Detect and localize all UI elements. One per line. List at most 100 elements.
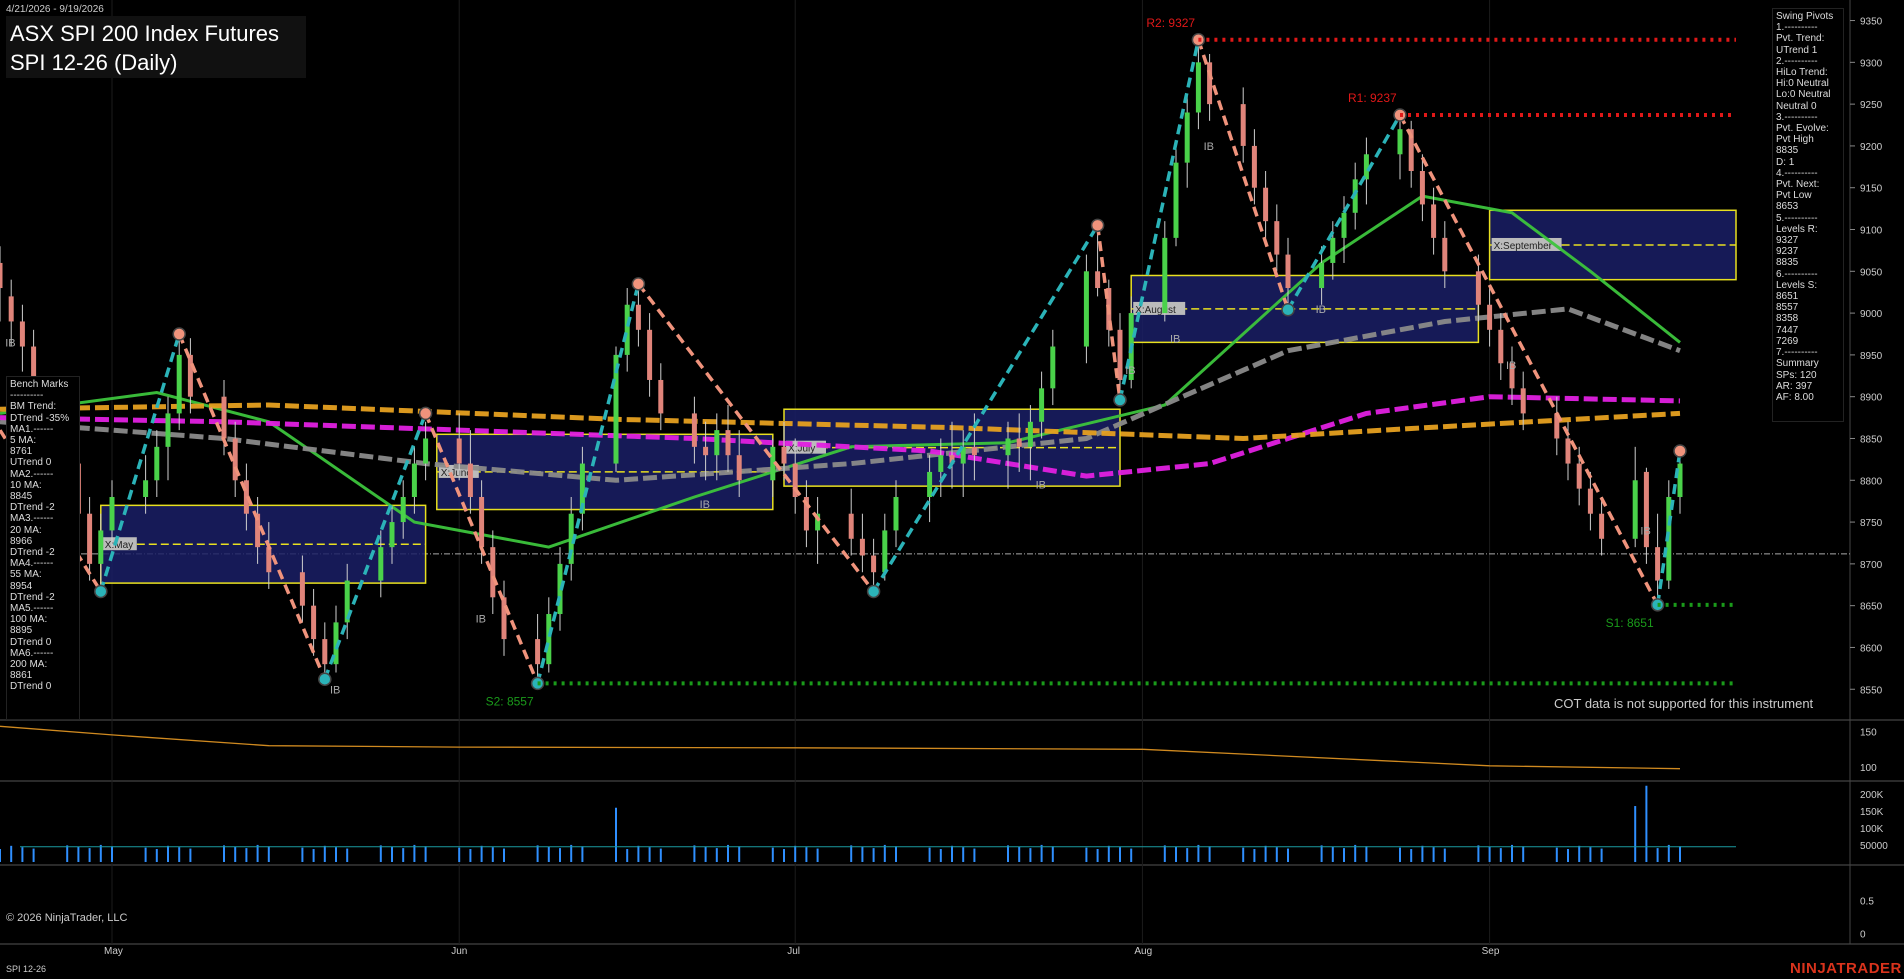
level-label: S1: 8651 bbox=[1606, 616, 1654, 630]
candle-body bbox=[176, 354, 182, 414]
candle-body bbox=[109, 496, 115, 531]
candle-body bbox=[165, 413, 171, 447]
candle-body bbox=[871, 555, 877, 573]
swing-line-segment bbox=[1095, 225, 1122, 401]
bench-marks-panel: Bench Marks ---------- BM Trend: DTrend … bbox=[6, 376, 80, 720]
swing-pivot-marker bbox=[631, 277, 646, 291]
candle-body bbox=[400, 496, 406, 523]
candle-body bbox=[1095, 271, 1101, 289]
y-tick-label: 9300 bbox=[1860, 58, 1883, 69]
moving-average-line bbox=[0, 194, 1681, 549]
candle-body bbox=[322, 639, 328, 665]
candle-body bbox=[1184, 112, 1190, 163]
value-area-label: X:June bbox=[441, 468, 473, 479]
indicator-line bbox=[0, 725, 1681, 770]
ib-annotation: IB bbox=[1316, 304, 1326, 316]
candle-body bbox=[647, 329, 653, 380]
candle-body bbox=[221, 396, 227, 439]
y-tick-label: 8650 bbox=[1860, 602, 1883, 613]
candle-body bbox=[19, 321, 25, 347]
y-tick-label: 9200 bbox=[1860, 142, 1883, 153]
candle-body bbox=[848, 513, 854, 539]
swing-pivot-marker bbox=[1090, 218, 1105, 233]
y-tick-label: 8900 bbox=[1860, 393, 1883, 404]
level-label: R1: 9237 bbox=[1348, 91, 1397, 105]
oscillator-tick-label: 0.5 bbox=[1860, 897, 1874, 908]
swing-line-segment bbox=[872, 224, 1100, 593]
ib-annotation: IB bbox=[330, 684, 340, 696]
x-tick-label: Sep bbox=[1482, 946, 1500, 957]
candle-body bbox=[1419, 170, 1425, 205]
candle-body bbox=[1576, 463, 1582, 489]
x-tick-label: Jul bbox=[787, 946, 800, 957]
candle-body bbox=[1330, 237, 1336, 263]
y-tick-label: 9000 bbox=[1860, 309, 1883, 320]
candle-body bbox=[1599, 513, 1605, 539]
volume-tick-label: 100K bbox=[1860, 824, 1884, 835]
ib-annotation: IB bbox=[1506, 360, 1516, 372]
y-tick-label: 8550 bbox=[1860, 685, 1883, 696]
candle-body bbox=[1274, 221, 1280, 255]
x-tick-label: Aug bbox=[1134, 946, 1152, 957]
candle-body bbox=[87, 513, 93, 564]
y-tick-label: 8700 bbox=[1860, 560, 1883, 571]
swing-line-segment bbox=[1398, 114, 1660, 606]
y-tick-label: 9050 bbox=[1860, 267, 1883, 278]
candle-body bbox=[1240, 104, 1246, 146]
value-area-label: X:September bbox=[1494, 241, 1553, 252]
ib-annotation: IB bbox=[1125, 365, 1135, 377]
candle-body bbox=[1397, 129, 1403, 155]
candle-body bbox=[98, 530, 104, 564]
copyright: © 2026 NinjaTrader, LLC bbox=[6, 912, 128, 924]
candle-body bbox=[1565, 438, 1571, 464]
candle-body bbox=[389, 522, 395, 548]
price-chart[interactable]: May Jun Jul Aug Sep 9350 9300 9250 9200 9150 9100 9… bbox=[0, 0, 1904, 979]
swing-pivots-panel: Swing Pivots 1.---------- Pvt. Trend: UT… bbox=[1772, 8, 1844, 422]
candle-body bbox=[187, 354, 193, 397]
candle-body bbox=[378, 547, 384, 581]
candle-body bbox=[1039, 388, 1045, 422]
candle-body bbox=[1195, 62, 1201, 113]
candle-body bbox=[1475, 271, 1481, 305]
y-tick-label: 8850 bbox=[1860, 434, 1883, 445]
candle-body bbox=[1632, 480, 1638, 539]
y-tick-label: 8800 bbox=[1860, 476, 1883, 487]
candle-body bbox=[1173, 162, 1179, 238]
candle-body bbox=[635, 304, 641, 330]
y-tick-label: 9100 bbox=[1860, 226, 1883, 237]
volume-tick-label: 200K bbox=[1860, 790, 1884, 801]
indicator-tick-label: 150 bbox=[1860, 727, 1877, 738]
candle-body bbox=[411, 463, 417, 497]
candle-body bbox=[546, 614, 552, 665]
candle-body bbox=[1498, 329, 1504, 364]
swing-pivot-marker bbox=[1113, 393, 1127, 407]
ib-annotation: IB bbox=[1640, 526, 1650, 538]
y-tick-label: 9150 bbox=[1860, 184, 1883, 195]
candle-body bbox=[143, 480, 149, 497]
y-tick-label: 8750 bbox=[1860, 518, 1883, 529]
candle-body bbox=[154, 446, 160, 481]
ib-annotation: IB bbox=[476, 613, 486, 625]
x-tick-label: May bbox=[104, 946, 123, 957]
candle-body bbox=[1027, 421, 1033, 447]
ib-annotation: IB bbox=[700, 499, 710, 511]
swing-pivot-marker bbox=[172, 327, 186, 341]
candle-body bbox=[467, 463, 473, 497]
candle-body bbox=[736, 455, 742, 481]
candle-body bbox=[624, 304, 630, 355]
swing-pivot-marker bbox=[318, 672, 332, 686]
value-area-label: X:May bbox=[105, 540, 133, 551]
candle-body bbox=[971, 446, 977, 456]
chart-subtitle: SPI 12-26 (Daily) bbox=[10, 50, 178, 75]
swing-line-segment bbox=[1118, 39, 1201, 401]
value-area-label: X:August bbox=[1135, 305, 1176, 316]
candle-body bbox=[1162, 237, 1168, 314]
candle-body bbox=[1263, 187, 1269, 222]
ib-annotation: IB bbox=[5, 338, 15, 350]
candle-body bbox=[781, 446, 787, 464]
candle-body bbox=[456, 438, 462, 464]
swing-pivot-marker bbox=[1281, 303, 1295, 317]
candle-body bbox=[927, 471, 933, 497]
ninjatrader-logo: NINJATRADER bbox=[1790, 960, 1902, 977]
candle-body bbox=[1251, 145, 1257, 188]
